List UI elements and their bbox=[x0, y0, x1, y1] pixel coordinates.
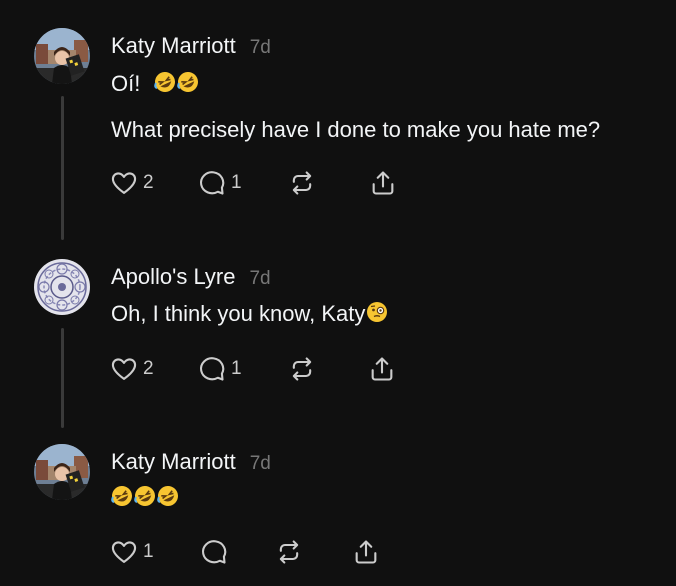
comment-icon bbox=[200, 538, 228, 566]
reply-count: 1 bbox=[231, 358, 242, 379]
like-count: 2 bbox=[143, 358, 154, 379]
author-name[interactable]: Apollo's Lyre bbox=[111, 264, 235, 290]
post-time[interactable]: 7d bbox=[250, 453, 271, 475]
thread-line bbox=[61, 328, 64, 428]
heart-icon bbox=[110, 355, 138, 383]
like-count: 1 bbox=[143, 541, 154, 562]
reply-count: 1 bbox=[231, 172, 242, 193]
rolling-on-floor-laughing-icon bbox=[177, 71, 199, 99]
reply-button[interactable]: 1 bbox=[198, 354, 242, 384]
share-button[interactable] bbox=[352, 537, 380, 567]
post-text-line-2: What precisely have I done to make you h… bbox=[111, 117, 601, 142]
rolling-on-floor-laughing-icon bbox=[157, 485, 179, 513]
post-text-line-1: Oí! bbox=[111, 71, 199, 99]
post-header: Katy Marriott 7d bbox=[111, 449, 271, 475]
like-count: 2 bbox=[143, 172, 154, 193]
rolling-on-floor-laughing-icon bbox=[154, 71, 176, 99]
post-text: Oh, I think you know, Katy bbox=[111, 301, 366, 326]
author-name[interactable]: Katy Marriott bbox=[111, 449, 236, 475]
like-button[interactable]: 2 bbox=[110, 354, 154, 384]
reply-button[interactable] bbox=[200, 537, 228, 567]
post-text: Oí! bbox=[111, 71, 141, 96]
repost-icon bbox=[288, 355, 316, 383]
post-time[interactable]: 7d bbox=[249, 268, 270, 290]
heart-icon bbox=[110, 538, 138, 566]
rolling-on-floor-laughing-icon bbox=[111, 485, 133, 513]
post-header: Apollo's Lyre 7d bbox=[111, 264, 271, 290]
share-icon bbox=[352, 538, 380, 566]
repost-icon bbox=[288, 169, 316, 197]
post-header: Katy Marriott 7d bbox=[111, 33, 271, 59]
share-button[interactable] bbox=[369, 168, 397, 198]
heart-icon bbox=[110, 169, 138, 197]
post-2: Apollo's Lyre 7d Oh, I think you know, K… bbox=[0, 240, 676, 430]
avatar-katy-marriott[interactable] bbox=[34, 444, 90, 500]
repost-button[interactable] bbox=[275, 537, 303, 567]
thread-line bbox=[61, 96, 64, 240]
comment-icon bbox=[198, 355, 226, 383]
post-1: Katy Marriott 7d Oí! What precisely have… bbox=[0, 0, 676, 240]
reply-button[interactable]: 1 bbox=[198, 168, 242, 198]
share-icon bbox=[369, 169, 397, 197]
post-time[interactable]: 7d bbox=[250, 37, 271, 59]
like-button[interactable]: 1 bbox=[110, 537, 154, 567]
repost-button[interactable] bbox=[288, 168, 316, 198]
share-icon bbox=[368, 355, 396, 383]
post-text-line-1: Oh, I think you know, Katy bbox=[111, 301, 388, 329]
post-text-line-1 bbox=[111, 485, 179, 513]
post-3: Katy Marriott 7d 1 bbox=[0, 430, 676, 586]
avatar-apollos-lyre[interactable] bbox=[34, 259, 90, 315]
repost-icon bbox=[275, 538, 303, 566]
repost-button[interactable] bbox=[288, 354, 316, 384]
comment-icon bbox=[198, 169, 226, 197]
face-with-raised-eyebrow-monocle-icon bbox=[366, 301, 388, 329]
share-button[interactable] bbox=[368, 354, 396, 384]
author-name[interactable]: Katy Marriott bbox=[111, 33, 236, 59]
like-button[interactable]: 2 bbox=[110, 168, 154, 198]
rolling-on-floor-laughing-icon bbox=[134, 485, 156, 513]
avatar-katy-marriott[interactable] bbox=[34, 28, 90, 84]
